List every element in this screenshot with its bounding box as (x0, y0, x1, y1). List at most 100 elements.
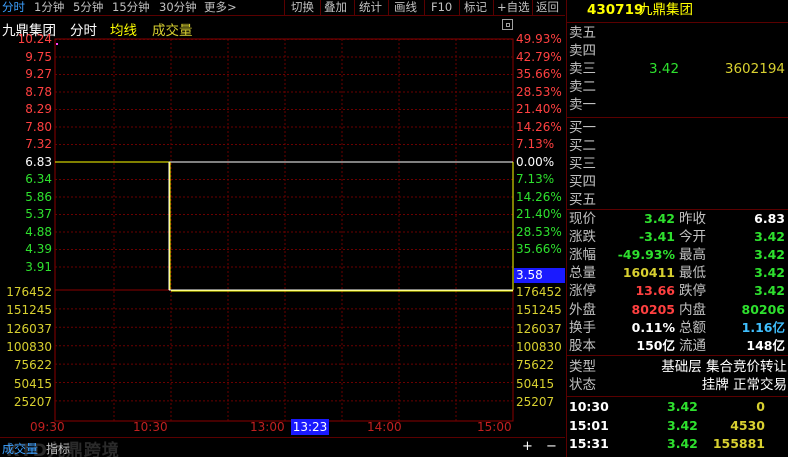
toolbar-divider (354, 0, 355, 16)
stat-label: 涨停 (569, 283, 596, 300)
ask-price: 3.42 (649, 61, 680, 77)
stat-label: 换手 (569, 319, 596, 336)
toolbar: 分时 1分钟 5分钟 15分钟 30分钟 更多> 切换 叠加 统计 画线 F10… (0, 0, 565, 16)
time-tick: 13:00 (250, 420, 285, 434)
period-tab-1min[interactable]: 1分钟 (34, 0, 64, 16)
trade-time: 15:01 (569, 417, 609, 433)
percent-tick: 7.13% (516, 137, 555, 151)
back-button[interactable]: 返回 (536, 0, 559, 16)
price-tick: 6.34 (25, 172, 52, 186)
period-tab-intraday[interactable]: 分时 (2, 0, 25, 16)
chart-plot (55, 43, 514, 292)
price-tick: 4.39 (25, 242, 52, 256)
percent-tick: 35.66% (516, 242, 562, 256)
period-tab-15min[interactable]: 15分钟 (112, 0, 150, 16)
status-row: 状态 挂牌 正常交易 (569, 377, 787, 393)
mark-button[interactable]: 标记 (464, 0, 487, 16)
stat-value: 3.42 (754, 283, 785, 299)
volume-tick-right: 151245 (516, 303, 562, 318)
stats-row: 换手 0.11% 总额 1.16亿 (569, 319, 787, 337)
intraday-chart[interactable] (0, 17, 566, 439)
stat-label: 涨跌 (569, 229, 596, 246)
open-marker (56, 43, 58, 45)
ask-label: 卖五 (569, 25, 596, 41)
trade-row: 10:30 3.42 0 (569, 398, 787, 416)
time-tick: 14:00 (367, 420, 402, 434)
percent-tick: 35.66% (516, 67, 562, 81)
stat-value: 80205 (631, 301, 676, 317)
zoom-in-button[interactable]: + (522, 439, 533, 454)
price-tick: 10.24 (17, 32, 52, 46)
bottom-tab-volume[interactable]: 成交量 (2, 440, 38, 457)
f10-button[interactable]: F10 (431, 0, 452, 16)
ask-row: 卖一 (569, 96, 787, 114)
trade-volume: 4530 (730, 417, 765, 433)
stat-label: 最高 (679, 247, 706, 264)
volume-tick: 75622 (13, 358, 52, 373)
bid-label: 买五 (569, 192, 596, 208)
period-tab-5min[interactable]: 5分钟 (73, 0, 103, 16)
price-tick: 8.78 (25, 84, 52, 99)
zoom-out-button[interactable]: − (546, 439, 557, 454)
stat-label: 内盘 (679, 301, 706, 318)
bid-label: 买一 (569, 120, 596, 136)
bid-label: 买三 (569, 156, 596, 172)
stat-value: 160411 (622, 265, 675, 281)
stat-label: 涨幅 (569, 247, 596, 264)
price-tick: 7.80 (25, 119, 52, 134)
volume-tick: 176452 (6, 285, 52, 299)
percent-tick: 14.26% (516, 189, 562, 204)
bid-row: 买四 (569, 173, 787, 191)
stat-value: 13.66 (635, 283, 675, 299)
trade-row: 15:01 3.42 4530 (569, 417, 787, 435)
stat-value: 3.42 (754, 247, 785, 263)
stats-row: 股本 150亿 流通 148亿 (569, 337, 787, 355)
volume-tick-right: 25207 (516, 394, 555, 409)
bottom-bar: KTD九鼎跨境 成交量 指标 + − (0, 437, 565, 457)
bid-row: 买三 (569, 155, 787, 173)
volume-tick-right: 176452 (516, 285, 562, 299)
ask-label: 卖一 (569, 97, 596, 113)
type-value: 基础层 集合竞价转让 (661, 359, 787, 375)
stat-value: 148亿 (746, 337, 785, 353)
ask-label: 卖二 (569, 79, 596, 95)
bid-label: 买四 (569, 174, 596, 190)
price-tick: 3.91 (25, 259, 52, 274)
stats-row: 涨幅 -49.93% 最高 3.42 (569, 246, 787, 264)
type-row: 类型 基础层 集合竞价转让 (569, 359, 787, 375)
stat-value: 3.42 (644, 211, 675, 226)
stat-label: 总额 (679, 319, 706, 336)
trade-price: 3.42 (667, 399, 698, 414)
overlay-button[interactable]: 叠加 (324, 0, 347, 16)
stat-value: -49.93% (617, 247, 675, 263)
stat-value: 3.42 (754, 229, 785, 245)
ask-row: 卖三 3.42 3602194 (569, 60, 787, 78)
period-tab-30min[interactable]: 30分钟 (159, 0, 197, 16)
bottom-tab-indicator[interactable]: 指标 (46, 440, 70, 457)
percent-tick: 7.13% (516, 172, 555, 186)
chart-grid (54, 38, 514, 422)
time-tick: 10:30 (133, 420, 168, 434)
volume-tick-right: 126037 (516, 321, 562, 336)
stat-label: 现价 (569, 211, 596, 227)
cursor-time-tag: 13:23 (291, 419, 329, 435)
switch-button[interactable]: 切换 (291, 0, 314, 16)
add-watchlist-button[interactable]: +自选 (497, 0, 530, 16)
ask-row: 卖五 (569, 24, 787, 42)
period-tab-more[interactable]: 更多> (204, 0, 237, 16)
toolbar-divider (532, 0, 533, 16)
toolbar-divider (284, 0, 285, 16)
percent-tick: 49.93% (516, 32, 562, 46)
volume-tick: 100830 (6, 339, 52, 354)
trade-row: 15:31 3.42 155881 (569, 435, 787, 453)
time-tick: 15:00 (477, 420, 512, 434)
stats-button[interactable]: 统计 (359, 0, 382, 16)
trade-time: 10:30 (569, 399, 609, 414)
percent-tick: 21.40% (516, 102, 562, 116)
ask-label: 卖四 (569, 43, 596, 59)
volume-tick: 50415 (13, 376, 52, 391)
draw-line-button[interactable]: 画线 (394, 0, 417, 16)
stat-label: 流通 (679, 337, 706, 354)
price-tick: 5.86 (25, 189, 52, 204)
stat-label: 总量 (569, 265, 596, 282)
